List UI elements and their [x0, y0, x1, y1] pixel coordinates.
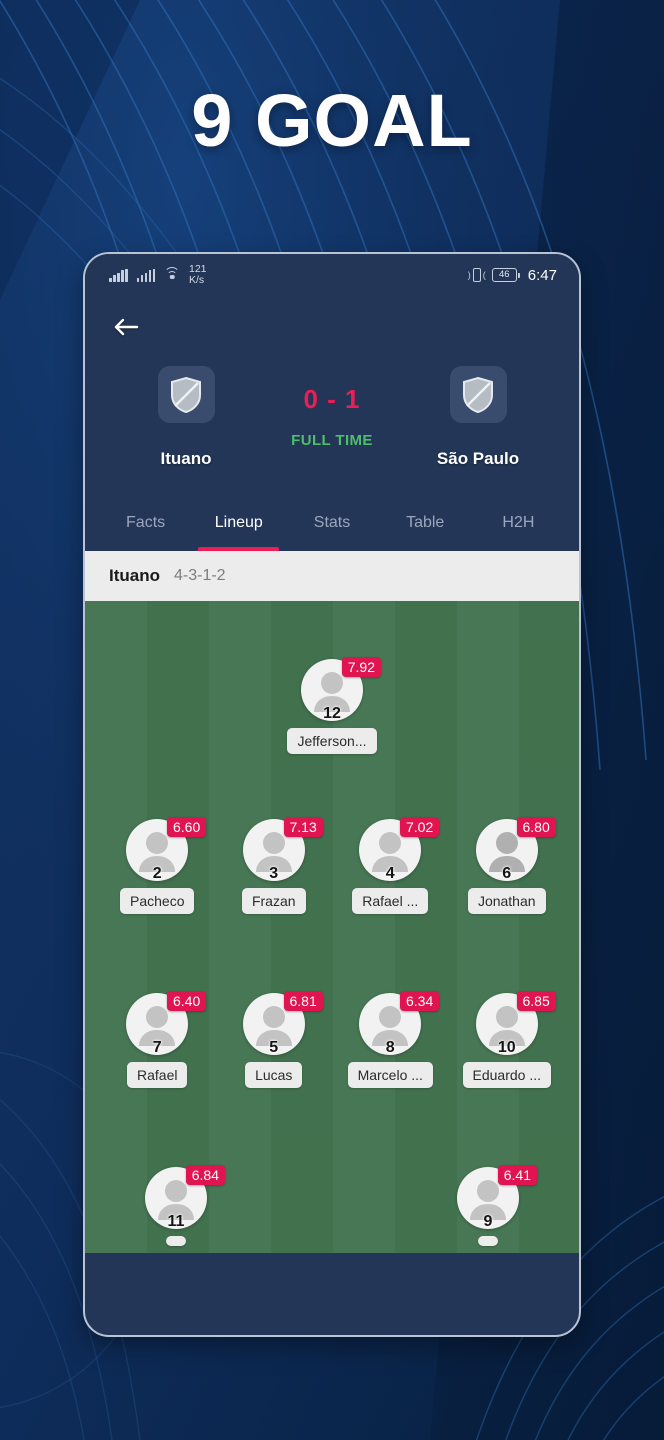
- lineup-row-goalkeeper: 12 7.92 Jefferson...: [85, 657, 579, 754]
- player-avatar-wrap: 5 6.81: [242, 991, 323, 1056]
- player-card[interactable]: 10 6.85 Eduardo ...: [455, 991, 559, 1088]
- player-avatar-wrap: 2 6.60: [126, 817, 207, 882]
- player-name: [166, 1236, 186, 1246]
- home-team-name: Ituano: [160, 449, 212, 468]
- signal-bars-icon-2: [136, 268, 155, 282]
- match-header: Ituano 0 - 1 FULL TIME São Paulo: [85, 358, 579, 495]
- player-name: Lucas: [245, 1062, 303, 1088]
- shield-icon: [157, 366, 215, 423]
- player-number: 2: [152, 865, 162, 882]
- player-name: Marcelo ...: [347, 1062, 433, 1088]
- scoreboard: 0 - 1 FULL TIME: [261, 366, 403, 449]
- player-card[interactable]: 3 7.13 Frazan: [222, 817, 326, 914]
- player-name: Pacheco: [120, 888, 195, 914]
- player-rating: 7.92: [341, 657, 381, 677]
- player-rating: 6.40: [167, 991, 207, 1011]
- lineup-pitch: 12 7.92 Jefferson... 2 6.60 Pacheco 3 7.…: [85, 601, 579, 1253]
- tab-table[interactable]: Table: [379, 495, 472, 551]
- battery-icon: 46: [491, 268, 520, 282]
- player-rating: 6.80: [516, 817, 556, 837]
- tab-lineup[interactable]: Lineup: [192, 495, 285, 551]
- home-team[interactable]: Ituano: [111, 366, 261, 469]
- player-avatar-wrap: 9 6.41: [457, 1165, 537, 1230]
- player-card[interactable]: 4 7.02 Rafael ...: [338, 817, 442, 914]
- phone-mockup: 121 K/s )( 46 6:47 Ituano 0 - 1 FULL TIM…: [83, 252, 581, 1337]
- player-name: Jonathan: [467, 888, 546, 914]
- shield-glyph-away: [463, 376, 493, 413]
- player-avatar-wrap: 11 6.84: [145, 1165, 225, 1230]
- tab-stats[interactable]: Stats: [285, 495, 378, 551]
- player-rating: 7.02: [400, 817, 440, 837]
- shield-glyph: [171, 376, 201, 413]
- match-status: FULL TIME: [291, 432, 373, 449]
- player-number: 7: [152, 1039, 162, 1056]
- away-team-name: São Paulo: [436, 449, 520, 468]
- lineup-team-name: Ituano: [109, 566, 160, 585]
- lineup-team-header: Ituano 4-3-1-2: [85, 551, 579, 601]
- player-rating: 6.60: [167, 817, 207, 837]
- player-avatar-wrap: 6 6.80: [475, 817, 556, 882]
- network-speed: 121 K/s: [189, 264, 207, 286]
- player-card[interactable]: 2 6.60 Pacheco: [105, 817, 209, 914]
- signal-bars-icon: [109, 268, 128, 282]
- player-name: Eduardo ...: [462, 1062, 551, 1088]
- player-card[interactable]: 6 6.80 Jonathan: [455, 817, 559, 914]
- back-arrow-glyph: [114, 318, 139, 336]
- vibrate-icon: )(: [467, 268, 486, 282]
- player-number: 5: [269, 1039, 279, 1056]
- player-number: 3: [269, 865, 279, 882]
- app-bar: [85, 296, 579, 358]
- player-avatar-wrap: 10 6.85: [475, 991, 556, 1056]
- network-speed-unit: K/s: [189, 274, 205, 286]
- player-avatar-wrap: 3 7.13: [242, 817, 323, 882]
- player-rating: 6.81: [283, 991, 323, 1011]
- player-number: 6: [502, 865, 512, 882]
- player-rating: 6.41: [497, 1165, 537, 1185]
- match-score: 0 - 1: [303, 384, 361, 414]
- player-card[interactable]: 5 6.81 Lucas: [222, 991, 326, 1088]
- player-card[interactable]: 7 6.40 Rafael: [105, 991, 209, 1088]
- player-avatar-wrap: 4 7.02: [359, 817, 440, 882]
- status-bar: 121 K/s )( 46 6:47: [85, 254, 579, 296]
- lineup-row-midfielders: 7 6.40 Rafael 5 6.81 Lucas 8 6.34 Marcel…: [85, 991, 579, 1088]
- tab-h2h[interactable]: H2H: [472, 495, 565, 551]
- lineup-row-forwards: 11 6.84 9 6.41: [85, 1165, 579, 1246]
- shield-icon-away: [449, 366, 507, 423]
- player-avatar-wrap: 8 6.34: [359, 991, 440, 1056]
- wifi-icon: [164, 266, 180, 282]
- player-number: 9: [483, 1213, 493, 1230]
- player-number: 11: [167, 1213, 185, 1230]
- player-name: Rafael: [127, 1062, 188, 1088]
- player-card[interactable]: 8 6.34 Marcelo ...: [338, 991, 442, 1088]
- player-name: Jefferson...: [287, 728, 377, 754]
- back-arrow-icon[interactable]: [109, 310, 143, 344]
- player-name: Rafael ...: [352, 888, 429, 914]
- player-name: [478, 1236, 498, 1246]
- lineup-formation: 4-3-1-2: [174, 567, 226, 584]
- player-card[interactable]: 12 7.92 Jefferson...: [280, 657, 384, 754]
- player-avatar-wrap: 12 7.92: [301, 657, 381, 722]
- status-bar-clock: 6:47: [527, 266, 557, 284]
- player-number: 8: [385, 1039, 395, 1056]
- page-title: 9 GOAL: [191, 79, 473, 162]
- player-name: Frazan: [241, 888, 306, 914]
- player-rating: 6.34: [400, 991, 440, 1011]
- tab-bar: Facts Lineup Stats Table H2H: [85, 495, 579, 551]
- player-number: 10: [497, 1039, 516, 1056]
- player-card[interactable]: 9 6.41: [436, 1165, 540, 1246]
- tab-facts[interactable]: Facts: [99, 495, 192, 551]
- lineup-row-defenders: 2 6.60 Pacheco 3 7.13 Frazan 4 7.02 Rafa…: [85, 817, 579, 914]
- away-team[interactable]: São Paulo: [403, 366, 553, 469]
- player-rating: 6.84: [185, 1165, 225, 1185]
- player-number: 12: [323, 705, 341, 722]
- player-card[interactable]: 11 6.84: [124, 1165, 228, 1246]
- player-rating: 6.85: [516, 991, 556, 1011]
- player-number: 4: [385, 865, 395, 882]
- player-avatar-wrap: 7 6.40: [126, 991, 207, 1056]
- player-rating: 7.13: [283, 817, 323, 837]
